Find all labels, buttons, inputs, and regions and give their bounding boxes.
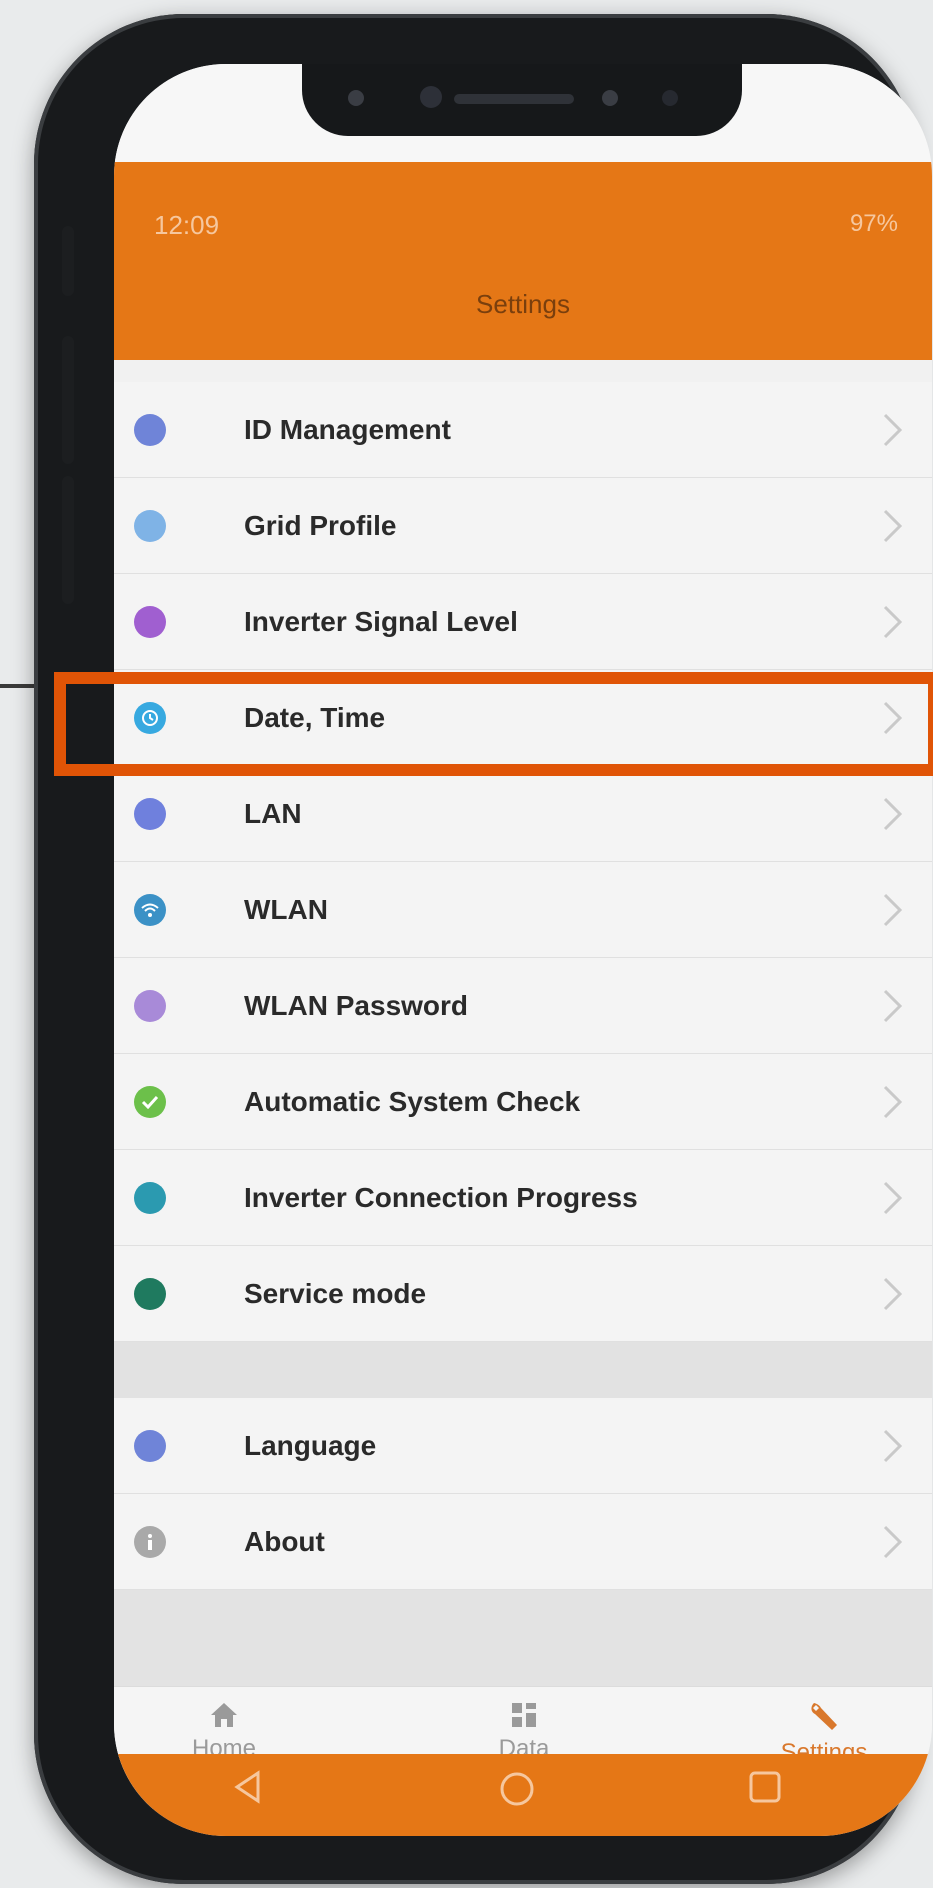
- progress-icon: [134, 1182, 166, 1214]
- chevron-right-icon: [883, 1429, 903, 1463]
- settings-item-grid-profile[interactable]: Grid Profile: [114, 478, 932, 574]
- system-nav-bar: [114, 1754, 932, 1836]
- settings-item-id-management[interactable]: ID Management: [114, 382, 932, 478]
- settings-item-label: WLAN: [244, 894, 328, 925]
- settings-item-label: ID Management: [244, 414, 451, 445]
- app-header: [114, 162, 932, 360]
- settings-item-inverter-connection-progress[interactable]: Inverter Connection Progress: [114, 1150, 932, 1246]
- settings-item-about[interactable]: About: [114, 1494, 932, 1590]
- status-time: 12:09: [154, 210, 220, 240]
- back-icon[interactable]: [232, 1770, 262, 1804]
- settings-item-wlan[interactable]: WLAN: [114, 862, 932, 958]
- chevron-right-icon: [883, 605, 903, 639]
- wrench-icon: [811, 1703, 837, 1730]
- section-divider: [114, 1342, 932, 1398]
- status-indicators: 97%: [850, 210, 898, 238]
- phone-side-button: [62, 336, 74, 464]
- chevron-right-icon: [883, 1525, 903, 1559]
- settings-item-language[interactable]: Language: [114, 1398, 932, 1494]
- chevron-right-icon: [883, 989, 903, 1023]
- cloud-icon: [134, 798, 166, 830]
- chevron-right-icon: [883, 1181, 903, 1215]
- settings-item-label: Grid Profile: [244, 510, 397, 541]
- signal-level-icon: [134, 606, 166, 638]
- settings-item-label: Automatic System Check: [244, 1086, 581, 1117]
- speaker-grille: [454, 94, 574, 104]
- chevron-right-icon: [883, 797, 903, 831]
- home-icon: [211, 1703, 237, 1727]
- battery-percent: 97%: [849, 210, 898, 237]
- data-icon: [512, 1703, 536, 1727]
- settings-item-inverter-signal-level[interactable]: Inverter Signal Level: [114, 574, 932, 670]
- settings-item-wlan-password[interactable]: WLAN Password: [114, 958, 932, 1054]
- sensor-dot: [602, 90, 618, 106]
- chevron-right-icon: [883, 509, 903, 543]
- page-title: Settings: [476, 289, 570, 319]
- language-icon: [134, 1430, 166, 1462]
- wifi-icon: [134, 894, 166, 926]
- screenshot-stage: 12:09 97% Settings ID Management Grid Pr…: [0, 0, 933, 1888]
- home-nav-icon[interactable]: [498, 1770, 536, 1808]
- settings-item-label: Language: [244, 1430, 377, 1461]
- settings-item-label: Service mode: [244, 1278, 427, 1309]
- phone-notch: [302, 64, 742, 136]
- id-management-icon: [134, 414, 166, 446]
- settings-item-label: LAN: [244, 798, 302, 829]
- wlan-highlight-box: [54, 672, 933, 776]
- chevron-right-icon: [883, 1085, 903, 1119]
- settings-item-label: About: [244, 1526, 325, 1557]
- recents-icon[interactable]: [748, 1770, 782, 1804]
- settings-item-label: Inverter Connection Progress: [244, 1182, 638, 1213]
- front-camera: [420, 86, 442, 108]
- phone-side-button: [62, 476, 74, 604]
- settings-item-service-mode[interactable]: Service mode: [114, 1246, 932, 1342]
- phone-side-button: [62, 226, 74, 296]
- chevron-right-icon: [883, 1277, 903, 1311]
- settings-item-automatic-system-check[interactable]: Automatic System Check: [114, 1054, 932, 1150]
- lock-icon: [134, 990, 166, 1022]
- chevron-right-icon: [883, 413, 903, 447]
- settings-item-lan[interactable]: LAN: [114, 766, 932, 862]
- settings-list: ID Management Grid Profile Inverter Sign…: [114, 382, 932, 1722]
- sensor-dot: [348, 90, 364, 106]
- phone-screen: 12:09 97% Settings ID Management Grid Pr…: [114, 64, 932, 1836]
- sensor-dot: [662, 90, 678, 106]
- check-icon: [134, 1086, 166, 1118]
- chevron-right-icon: [883, 893, 903, 927]
- info-icon: [134, 1526, 166, 1558]
- settings-item-label: Inverter Signal Level: [244, 606, 518, 637]
- grid-profile-icon: [134, 510, 166, 542]
- settings-item-label: WLAN Password: [244, 990, 469, 1021]
- service-icon: [134, 1278, 166, 1310]
